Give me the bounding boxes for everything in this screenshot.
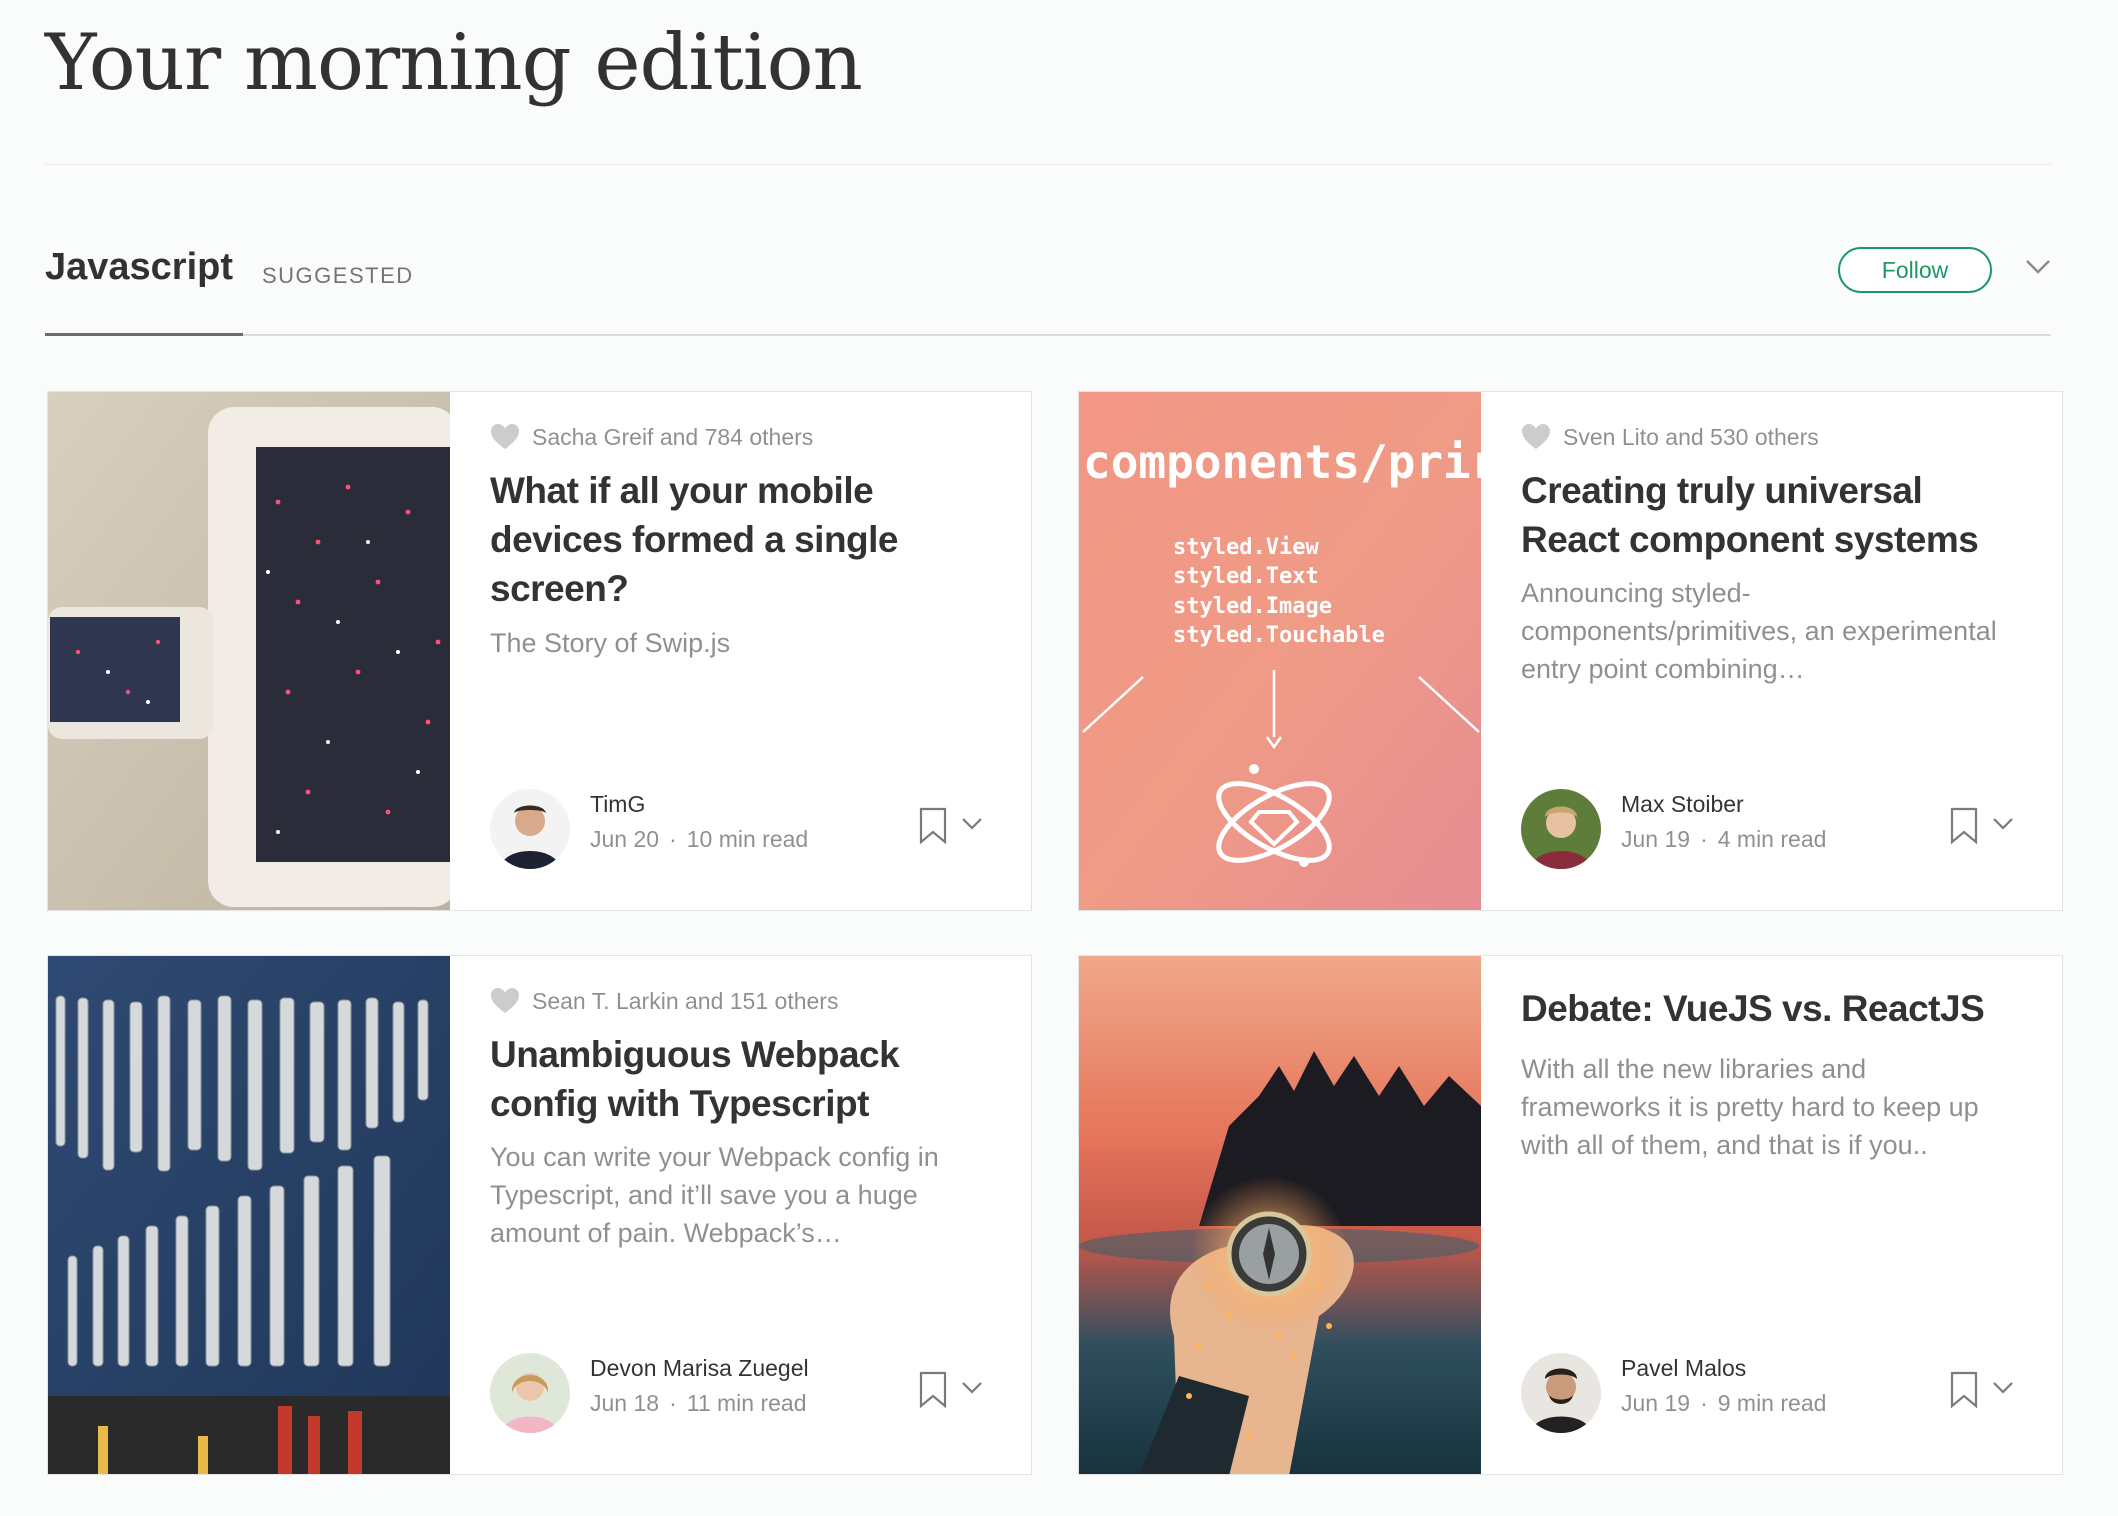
recommendation-line: Sean T. Larkin and 151 others — [490, 986, 838, 1016]
top-divider — [45, 164, 2051, 165]
post-date: Jun 20 — [590, 826, 660, 852]
read-time: 9 min read — [1717, 1390, 1827, 1416]
article-image[interactable] — [48, 956, 450, 1474]
avatar[interactable] — [1521, 789, 1601, 869]
chevron-down-icon[interactable] — [1988, 809, 2018, 839]
section-tag: SUGGESTED — [262, 263, 414, 288]
post-date: Jun 18 — [590, 1390, 660, 1416]
styled-primitives-graphic: components/prir styled.View styled.Text … — [1079, 392, 1481, 910]
article-subtitle[interactable]: The Story of Swip.js — [490, 624, 990, 662]
article-image[interactable]: components/prir styled.View styled.Text … — [1079, 392, 1481, 910]
author-name[interactable]: TimG — [590, 791, 645, 818]
follow-button[interactable]: Follow — [1838, 247, 1992, 293]
article-card[interactable]: Sacha Greif and 784 others What if all y… — [47, 391, 1032, 911]
recommendation-text: Sean T. Larkin and 151 others — [532, 987, 839, 1014]
article-title[interactable]: Debate: VueJS vs. ReactJS — [1521, 984, 2021, 1033]
article-body: Sean T. Larkin and 151 others Unambiguou… — [490, 956, 995, 1474]
section-active-indicator — [45, 333, 243, 336]
post-date: Jun 19 — [1621, 826, 1691, 852]
heart-icon[interactable] — [490, 423, 520, 451]
heart-icon[interactable] — [1521, 423, 1551, 451]
heart-icon[interactable] — [490, 987, 520, 1015]
article-image[interactable] — [1079, 956, 1481, 1474]
article-title[interactable]: Unambiguous Webpack config with Typescri… — [490, 1030, 930, 1128]
bookmark-icon[interactable] — [1949, 807, 1979, 845]
article-image[interactable] — [48, 392, 450, 910]
article-subtitle[interactable]: Announcing styled-components/primitives,… — [1521, 574, 2011, 688]
recommendation-text: Sacha Greif and 784 others — [532, 423, 814, 450]
article-title[interactable]: What if all your mobile devices formed a… — [490, 466, 910, 613]
post-meta: Jun 19 · 4 min read — [1621, 826, 1827, 852]
recommendation-line: Sacha Greif and 784 others — [490, 422, 813, 452]
section-header: Javascript SUGGESTED Follow — [45, 246, 2051, 302]
article-card[interactable]: Debate: VueJS vs. ReactJS With all the n… — [1078, 955, 2063, 1475]
bookmark-icon[interactable] — [918, 807, 948, 845]
article-title[interactable]: Creating truly universal React component… — [1521, 466, 2021, 564]
author-name[interactable]: Devon Marisa Zuegel — [590, 1355, 809, 1382]
chevron-down-icon[interactable] — [957, 1373, 987, 1403]
article-card[interactable]: Sean T. Larkin and 151 others Unambiguou… — [47, 955, 1032, 1475]
post-date: Jun 19 — [1621, 1390, 1691, 1416]
avatar[interactable] — [490, 1353, 570, 1433]
graphic-headline: components/prir — [1083, 435, 1481, 489]
read-time: 10 min read — [686, 826, 809, 852]
avatar[interactable] — [490, 789, 570, 869]
section-divider — [45, 334, 2051, 336]
bookmark-icon[interactable] — [1949, 1371, 1979, 1409]
article-body: Debate: VueJS vs. ReactJS With all the n… — [1521, 956, 2026, 1474]
post-meta: Jun 18 · 11 min read — [590, 1390, 807, 1416]
graphic-code-line: styled.Image — [1173, 594, 1332, 619]
article-subtitle[interactable]: You can write your Webpack config in Typ… — [490, 1138, 970, 1252]
article-subtitle[interactable]: With all the new libraries and framework… — [1521, 1050, 2011, 1164]
article-body: Sacha Greif and 784 others What if all y… — [490, 392, 995, 910]
chevron-down-icon[interactable] — [1988, 1373, 2018, 1403]
avatar[interactable] — [1521, 1353, 1601, 1433]
read-time: 4 min read — [1717, 826, 1827, 852]
read-time: 11 min read — [686, 1390, 807, 1416]
recommendation-line: Sven Lito and 530 others — [1521, 422, 1819, 452]
article-footer: TimG Jun 20 · 10 min read — [490, 787, 995, 871]
author-name[interactable]: Max Stoiber — [1621, 791, 1744, 818]
chevron-down-icon[interactable] — [957, 809, 987, 839]
article-body: Sven Lito and 530 others Creating truly … — [1521, 392, 2026, 910]
bookmark-icon[interactable] — [918, 1371, 948, 1409]
graphic-code-line: styled.Touchable — [1173, 623, 1385, 648]
chevron-down-icon[interactable] — [2018, 246, 2058, 286]
wrench-wall-photo — [48, 956, 450, 1474]
graphic-code-line: styled.Text — [1173, 564, 1319, 589]
article-footer: Devon Marisa Zuegel Jun 18 · 11 min read — [490, 1351, 995, 1435]
section-name[interactable]: Javascript — [45, 246, 233, 289]
tablet-phone-photo — [48, 392, 450, 910]
article-card[interactable]: components/prir styled.View styled.Text … — [1078, 391, 2063, 911]
article-footer: Pavel Malos Jun 19 · 9 min read — [1521, 1351, 2026, 1435]
graphic-code-line: styled.View — [1173, 535, 1319, 560]
post-meta: Jun 20 · 10 min read — [590, 826, 809, 852]
page-title: Your morning edition — [45, 18, 863, 108]
recommendation-text: Sven Lito and 530 others — [1563, 423, 1819, 450]
post-meta: Jun 19 · 9 min read — [1621, 1390, 1827, 1416]
compass-sunset-photo — [1079, 956, 1481, 1474]
author-name[interactable]: Pavel Malos — [1621, 1355, 1746, 1382]
article-footer: Max Stoiber Jun 19 · 4 min read — [1521, 787, 2026, 871]
